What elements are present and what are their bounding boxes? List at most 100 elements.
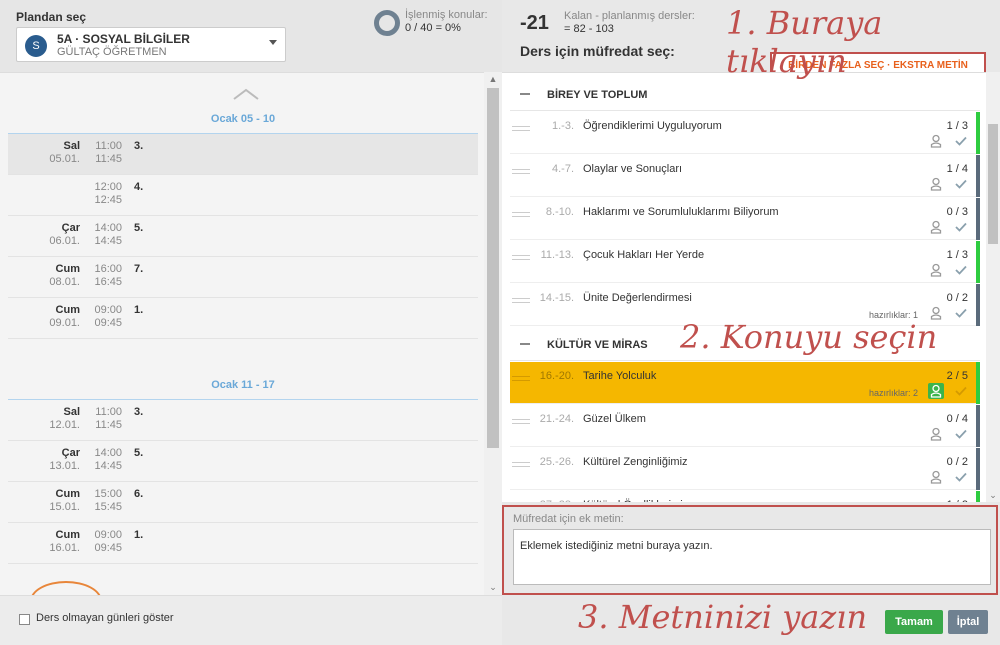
lesson-day: Cum <box>55 488 80 500</box>
chevron-up-icon[interactable] <box>233 87 259 101</box>
plan-title: Plandan seç <box>16 10 87 24</box>
annotation-step-3: 3. Metninizi yazın <box>578 598 868 636</box>
class-avatar: S <box>25 35 47 57</box>
lesson-date: 08.01. <box>49 276 80 288</box>
topic-name: Kültürel Zenginliğimiz <box>583 456 688 468</box>
lesson-row[interactable]: Sal 12.01. 11:00 11:45 3. <box>8 400 478 441</box>
lesson-date: 16.01. <box>49 542 80 554</box>
drag-handle-icon[interactable] <box>512 419 530 424</box>
drag-handle-icon[interactable] <box>512 169 530 174</box>
lesson-start-time: 11:00 <box>95 406 122 418</box>
cancel-button[interactable]: İptal <box>948 610 988 634</box>
curriculum-topic[interactable]: 1.-3. Öğrendiklerimi Uyguluyorum 1 / 3 <box>510 112 980 154</box>
check-icon[interactable] <box>954 263 968 277</box>
check-icon[interactable] <box>954 134 968 148</box>
curriculum-title: Ders için müfredat seç: <box>520 43 675 59</box>
remaining-value: = 82 - 103 <box>564 23 614 35</box>
scroll-down-icon[interactable]: ⌄ <box>488 582 498 592</box>
status-bar <box>976 198 980 240</box>
week-title: Ocak 05 - 10 <box>210 113 276 125</box>
check-icon[interactable] <box>954 470 968 484</box>
user-icon[interactable] <box>928 219 944 235</box>
drag-handle-icon[interactable] <box>512 298 530 303</box>
user-icon[interactable] <box>928 262 944 278</box>
extra-text-box: Müfredat için ek metin: Eklemek istediği… <box>502 505 998 595</box>
week-title: Ocak 11 - 17 <box>211 379 275 391</box>
topic-range: 1.-3. <box>551 120 574 132</box>
user-icon[interactable] <box>928 133 944 149</box>
section-header[interactable]: BİREY VE TOPLUM <box>510 77 980 111</box>
plan-select[interactable]: S 5A · SOSYAL BİLGİLER GÜLTAÇ ÖĞRETMEN <box>16 27 286 62</box>
section-title: BİREY VE TOPLUM <box>547 89 648 101</box>
lesson-end-time: 11:45 <box>95 153 122 165</box>
scrollbar-thumb[interactable] <box>988 124 998 244</box>
scroll-down-icon[interactable]: ⌄ <box>988 490 998 500</box>
topic-count: 1 / 3 <box>946 120 968 132</box>
user-icon[interactable] <box>928 176 944 192</box>
topic-range: 25.-26. <box>539 456 574 468</box>
lesson-row[interactable]: 12:00 12:45 4. <box>8 175 478 216</box>
show-empty-days-label: Ders olmayan günleri göster <box>36 612 174 624</box>
topic-name: Güzel Ülkem <box>583 413 646 425</box>
extra-text-input[interactable]: Eklemek istediğiniz metni buraya yazın. <box>513 529 991 585</box>
lesson-row[interactable]: Çar 13.01. 14:00 14:45 5. <box>8 441 478 482</box>
drag-handle-icon[interactable] <box>512 462 530 467</box>
lesson-date: 05.01. <box>49 153 80 165</box>
status-bar <box>976 448 980 490</box>
lesson-start-time: 09:00 <box>94 304 122 316</box>
lesson-end-time: 09:45 <box>94 542 122 554</box>
check-icon[interactable] <box>954 177 968 191</box>
lesson-start-time: 11:00 <box>95 140 122 152</box>
ok-button[interactable]: Tamam <box>885 610 943 634</box>
topic-range: 27.-28. <box>534 499 574 502</box>
extra-text-label: Müfredat için ek metin: <box>513 513 624 525</box>
check-icon[interactable] <box>954 220 968 234</box>
check-icon[interactable] <box>954 427 968 441</box>
lesson-number: 5. <box>134 222 144 234</box>
collapse-icon[interactable] <box>520 93 530 95</box>
drag-handle-icon[interactable] <box>512 376 530 381</box>
status-bar <box>976 112 980 154</box>
lesson-row[interactable]: Çar 06.01. 14:00 14:45 5. <box>8 216 478 257</box>
topic-name: Haklarımı ve Sorumluluklarımı Biliyorum <box>583 206 779 218</box>
user-icon[interactable] <box>928 383 944 399</box>
remaining-number: -21 <box>520 12 549 34</box>
check-icon[interactable] <box>954 384 968 398</box>
schedule-scrollbar[interactable]: ▲ ⌄ <box>484 72 502 595</box>
curriculum-topic[interactable]: 4.-7. Olaylar ve Sonuçları 1 / 4 <box>510 155 980 197</box>
lesson-number: 1. <box>134 529 144 541</box>
progress-ring-icon <box>374 10 400 36</box>
curriculum-topic[interactable]: 21.-24. Güzel Ülkem 0 / 4 <box>510 405 980 447</box>
curriculum-topic[interactable]: 25.-26. Kültürel Zenginliğimiz 0 / 2 <box>510 448 980 490</box>
scrollbar-thumb[interactable] <box>487 88 499 448</box>
curriculum-topic[interactable]: 27.-28. Kültürel Özelliklerimiz 1 / 2 <box>510 491 980 502</box>
lesson-row[interactable]: Cum 09.01. 09:00 09:45 1. <box>8 298 478 339</box>
topic-count: 1 / 2 <box>947 499 968 502</box>
lesson-date: 13.01. <box>49 460 80 472</box>
show-empty-days-checkbox[interactable] <box>19 614 30 625</box>
curriculum-list: BİREY VE TOPLUM 1.-3. Öğrendiklerimi Uygul… <box>502 72 986 502</box>
collapse-icon[interactable] <box>520 343 530 345</box>
lesson-row[interactable]: Cum 16.01. 09:00 09:45 1. <box>8 523 478 564</box>
curriculum-topic[interactable]: 16.-20. Tarihe Yolculuk 2 / 5 hazırlıklar: … <box>510 362 980 404</box>
check-icon[interactable] <box>954 306 968 320</box>
drag-handle-icon[interactable] <box>512 126 530 131</box>
plan-header: Plandan seç S 5A · SOSYAL BİLGİLER GÜLTA… <box>0 0 502 72</box>
user-icon[interactable] <box>928 469 944 485</box>
drag-handle-icon[interactable] <box>512 255 530 260</box>
lesson-number: 5. <box>134 447 144 459</box>
lesson-row[interactable]: Cum 15.01. 15:00 15:45 6. <box>8 482 478 523</box>
user-icon[interactable] <box>928 426 944 442</box>
lesson-row[interactable]: Sal 05.01. 11:00 11:45 3. <box>8 134 478 175</box>
scroll-up-icon[interactable]: ▲ <box>488 74 498 84</box>
remaining-label: Kalan - planlanmış dersler: <box>564 10 695 22</box>
topic-name: Öğrendiklerimi Uyguluyorum <box>583 120 722 132</box>
status-bar <box>976 362 980 404</box>
curriculum-scrollbar[interactable]: ⌄ <box>986 72 1000 502</box>
lesson-start-time: 14:00 <box>94 222 122 234</box>
lesson-row[interactable]: Cum 08.01. 16:00 16:45 7. <box>8 257 478 298</box>
drag-handle-icon[interactable] <box>512 212 530 217</box>
curriculum-topic[interactable]: 8.-10. Haklarımı ve Sorumluluklarımı Bili… <box>510 198 980 240</box>
curriculum-topic[interactable]: 11.-13. Çocuk Hakları Her Yerde 1 / 3 <box>510 241 980 283</box>
lesson-end-time: 14:45 <box>94 460 122 472</box>
